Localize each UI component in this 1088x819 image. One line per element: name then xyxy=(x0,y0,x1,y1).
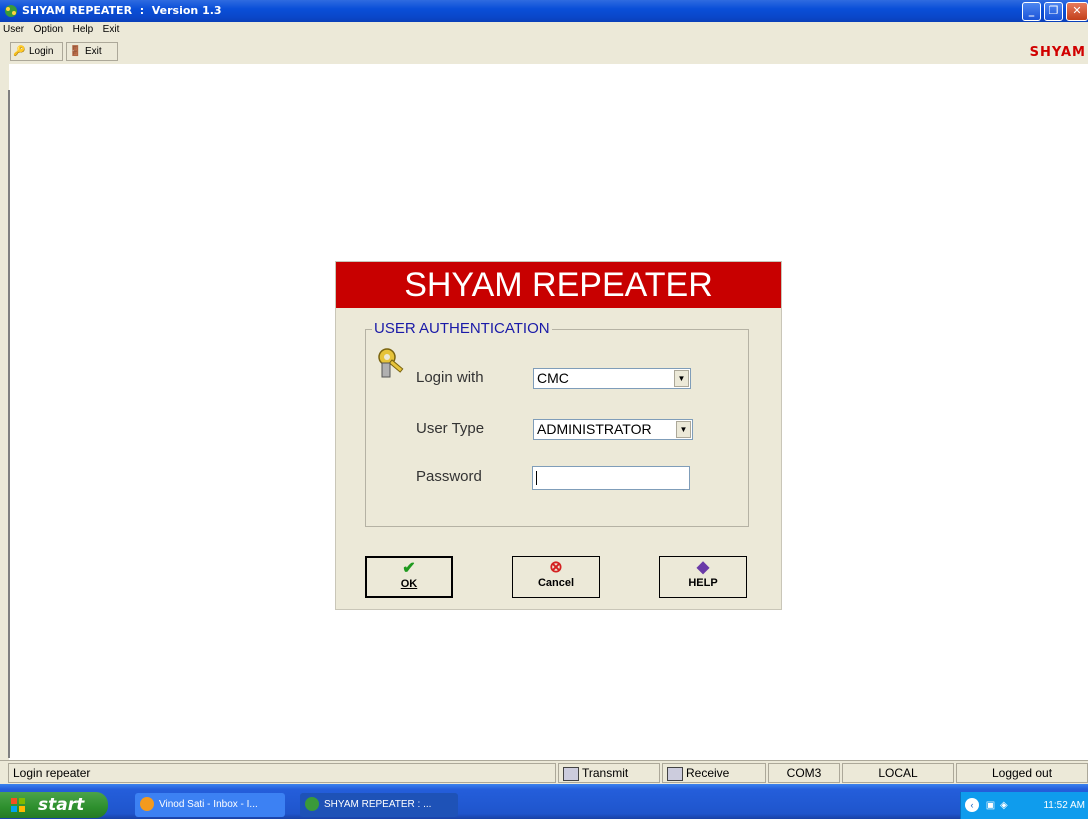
client-border xyxy=(8,90,10,758)
help-button[interactable]: ◆ HELP xyxy=(659,556,747,598)
receive-indicator: Receive xyxy=(662,763,766,783)
volume-icon[interactable]: ◈ xyxy=(1000,800,1008,811)
ok-button-label: OK xyxy=(400,578,418,590)
system-tray: ‹ ▣ ◈ 11:52 AM xyxy=(960,792,1088,819)
restore-button[interactable]: ❐ xyxy=(1044,2,1063,21)
cancel-button[interactable]: ⊗ Cancel xyxy=(512,556,600,598)
computer-icon xyxy=(667,766,683,781)
cancel-x-icon: ⊗ xyxy=(549,559,563,576)
close-button[interactable]: ✕ xyxy=(1066,2,1088,21)
minimize-button[interactable]: _ xyxy=(1022,2,1041,21)
checkmark-icon: ✔ xyxy=(402,560,416,577)
login-state-label: Logged out xyxy=(991,766,1053,780)
password-field[interactable] xyxy=(532,466,690,490)
cancel-button-label: Cancel xyxy=(537,577,575,589)
port-indicator: COM3 xyxy=(768,763,840,783)
login-with-value: CMC xyxy=(537,370,569,386)
login-tool-label: Login xyxy=(29,46,54,58)
title-bar[interactable]: SHYAM REPEATER : Version 1.3 _ ❐ ✕ xyxy=(0,0,1088,22)
taskbar-item-label: Vinod Sati - Inbox - I... xyxy=(159,799,258,810)
brand-logo: SHYAM xyxy=(1029,45,1086,60)
mode-indicator: LOCAL xyxy=(842,763,954,783)
taskbar-item-shyam-repeater[interactable]: SHYAM REPEATER : ... xyxy=(300,793,458,817)
menu-bar: User Option Help Exit xyxy=(0,22,1088,39)
transmit-label: Transmit xyxy=(582,766,629,780)
user-type-value: ADMINISTRATOR xyxy=(537,421,652,437)
status-message: Login repeater xyxy=(8,763,556,783)
login-with-label: Login with xyxy=(416,369,484,386)
mode-label: LOCAL xyxy=(878,766,918,780)
receive-label: Receive xyxy=(686,766,730,780)
menu-user[interactable]: User xyxy=(0,22,27,37)
window-title: SHYAM REPEATER : Version 1.3 xyxy=(22,4,222,17)
password-label: Password xyxy=(416,468,482,485)
menu-exit[interactable]: Exit xyxy=(100,22,123,37)
dialog-header: SHYAM REPEATER xyxy=(336,262,781,308)
chevron-down-icon[interactable]: ▼ xyxy=(674,370,689,387)
taskbar-item-label: SHYAM REPEATER : ... xyxy=(324,799,432,810)
help-book-icon: ◆ xyxy=(696,559,710,576)
user-type-select[interactable]: ADMINISTRATOR ▼ xyxy=(533,419,693,440)
taskbar-item-browser[interactable]: Vinod Sati - Inbox - I... xyxy=(135,793,285,817)
menu-help[interactable]: Help xyxy=(70,22,97,37)
computer-icon xyxy=(563,766,579,781)
status-bar: Login repeater Transmit Receive COM3 LOC… xyxy=(0,760,1088,785)
app-icon xyxy=(305,797,319,811)
status-message-text: Login repeater xyxy=(13,766,91,780)
taskbar: start Vinod Sati - Inbox - I... SHYAM RE… xyxy=(0,784,1088,819)
exit-tool-button[interactable]: 🚪 Exit xyxy=(66,42,118,61)
login-tool-button[interactable]: 🔑 Login xyxy=(10,42,63,61)
login-with-select[interactable]: CMC ▼ xyxy=(533,368,691,389)
start-button[interactable]: start xyxy=(0,792,108,818)
transmit-indicator: Transmit xyxy=(558,763,660,783)
exit-door-icon: 🚪 xyxy=(69,46,82,57)
app-icon xyxy=(5,5,17,17)
chevron-left-icon[interactable]: ‹ xyxy=(965,798,979,813)
user-type-label: User Type xyxy=(416,420,485,437)
exit-tool-label: Exit xyxy=(85,46,102,58)
start-label: start xyxy=(38,795,85,815)
keys-icon: 🔑 xyxy=(13,46,26,57)
chevron-down-icon[interactable]: ▼ xyxy=(676,421,691,438)
login-state-indicator: Logged out xyxy=(956,763,1088,783)
keys-icon xyxy=(378,348,404,378)
menu-option[interactable]: Option xyxy=(31,22,66,37)
windows-flag-icon xyxy=(11,798,25,812)
toolbar: 🔑 Login 🚪 Exit SHYAM xyxy=(0,39,1088,65)
ok-button[interactable]: ✔ OK xyxy=(365,556,453,598)
port-label: COM3 xyxy=(786,766,822,780)
network-icon[interactable]: ▣ xyxy=(986,800,995,811)
help-button-label: HELP xyxy=(688,577,718,589)
group-title: USER AUTHENTICATION xyxy=(372,320,552,337)
text-caret xyxy=(536,471,537,485)
browser-icon xyxy=(140,797,154,811)
login-dialog: SHYAM REPEATER USER AUTHENTICATION Login… xyxy=(335,261,782,610)
clock[interactable]: 11:52 AM xyxy=(1043,792,1085,819)
